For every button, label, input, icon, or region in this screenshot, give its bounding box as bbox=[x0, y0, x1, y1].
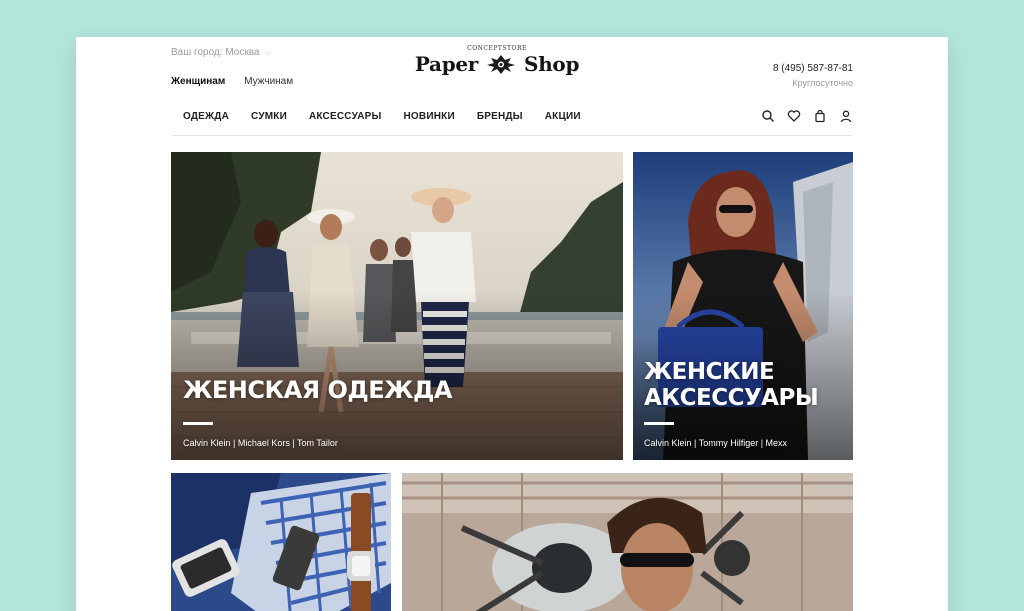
main-nav: ОДЕЖДА СУМКИ АКСЕССУАРЫ НОВИНКИ БРЕНДЫ А… bbox=[171, 99, 853, 136]
womens-accessories-photo bbox=[633, 152, 853, 460]
nav-item-accessories[interactable]: АКСЕССУАРЫ bbox=[309, 111, 382, 122]
crest-icon bbox=[487, 55, 516, 74]
category-tile-womens-accessories[interactable]: ЖЕНСКИЕ АКСЕССУАРЫ Calvin Klein | Tommy … bbox=[633, 152, 853, 460]
title-underline bbox=[644, 422, 674, 425]
logo-word-paper: Paper bbox=[414, 52, 479, 76]
tile-title-line-1: ЖЕНСКИЕ bbox=[644, 359, 775, 385]
chevron-down-icon: ⌵ bbox=[264, 48, 271, 57]
tile-title: ЖЕНСКИЕ АКСЕССУАРЫ bbox=[644, 359, 819, 411]
header: Ваш город: Москва ⌵ Женщинам Мужчинам CON… bbox=[171, 37, 853, 99]
city-label: Ваш город: Москва bbox=[171, 47, 260, 58]
working-hours: Круглосуточно bbox=[792, 78, 853, 88]
nav-item-new[interactable]: НОВИНКИ bbox=[404, 111, 455, 122]
search-icon[interactable] bbox=[761, 109, 775, 123]
mens-clothing-photo bbox=[402, 473, 853, 611]
title-underline bbox=[183, 422, 213, 425]
tile-title: ЖЕНСКАЯ ОДЕЖДА bbox=[183, 376, 453, 404]
womens-clothing-photo bbox=[171, 152, 623, 460]
nav-item-bags[interactable]: СУМКИ bbox=[251, 111, 287, 122]
gender-tabs: Женщинам Мужчинам bbox=[171, 76, 293, 87]
mens-accessories-photo bbox=[171, 473, 391, 611]
logo-word-shop: Shop bbox=[524, 52, 580, 76]
nav-item-sales[interactable]: АКЦИИ bbox=[545, 111, 581, 122]
tile-brands: Calvin Klein | Tommy Hilfiger | Mexx bbox=[644, 438, 788, 448]
category-tile-womens-clothing[interactable]: ЖЕНСКАЯ ОДЕЖДА Calvin Klein | Michael Ko… bbox=[171, 152, 623, 460]
heart-icon[interactable] bbox=[787, 109, 801, 123]
nav-item-clothing[interactable]: ОДЕЖДА bbox=[183, 111, 229, 122]
store-logo[interactable]: CONCEPTSTORE Paper Shop bbox=[411, 45, 583, 76]
browser-page: Ваш город: Москва ⌵ Женщинам Мужчинам CON… bbox=[76, 37, 948, 611]
city-selector[interactable]: Ваш город: Москва ⌵ bbox=[171, 47, 271, 58]
user-icon[interactable] bbox=[839, 109, 853, 123]
tile-brands: Calvin Klein | Michael Kors | Tom Tailor bbox=[183, 438, 338, 448]
category-tile-mens-clothing[interactable] bbox=[402, 473, 853, 611]
tile-title-line-2: АКСЕССУАРЫ bbox=[644, 385, 819, 411]
bag-icon[interactable] bbox=[813, 109, 827, 123]
tab-men[interactable]: Мужчинам bbox=[244, 76, 293, 87]
phone-number[interactable]: 8 (495) 587-87-81 bbox=[773, 63, 853, 74]
tab-women[interactable]: Женщинам bbox=[171, 76, 225, 87]
nav-item-brands[interactable]: БРЕНДЫ bbox=[477, 111, 523, 122]
logo-subtitle: CONCEPTSTORE bbox=[467, 45, 527, 52]
category-tile-accessories-men[interactable] bbox=[171, 473, 391, 611]
contact-block: 8 (495) 587-87-81 Круглосуточно bbox=[773, 63, 853, 88]
